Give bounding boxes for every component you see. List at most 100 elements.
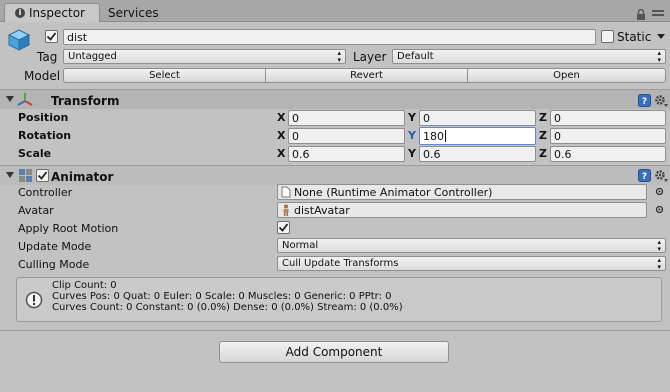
- tab-services-label: Services: [108, 5, 159, 20]
- scale-label: Scale: [18, 147, 52, 160]
- info-line: Curves Pos: 0 Quat: 0 Euler: 0 Scale: 0 …: [52, 291, 392, 302]
- static-dropdown-arrow-icon[interactable]: [657, 34, 665, 40]
- rotation-z-value: 0: [554, 129, 561, 143]
- rotation-z-input[interactable]: 0: [550, 128, 666, 144]
- scale-z-value: 0.6: [554, 147, 572, 161]
- updown-icon: ▴ ▾: [337, 49, 341, 64]
- updown-icon: ▴ ▾: [657, 49, 661, 64]
- axis-y-label[interactable]: Y: [408, 129, 416, 142]
- culling-mode-label: Culling Mode: [18, 258, 90, 271]
- controller-value: None (Runtime Animator Controller): [294, 185, 493, 199]
- scale-x-value: 0.6: [292, 147, 310, 161]
- updown-icon: ▴ ▾: [657, 238, 661, 253]
- static-label: Static: [617, 30, 652, 44]
- settings-gear-icon[interactable]: [654, 94, 668, 107]
- lock-icon[interactable]: [636, 9, 646, 20]
- active-checkbox[interactable]: [45, 30, 58, 43]
- transform-title: Transform: [51, 94, 120, 108]
- position-x-input[interactable]: 0: [288, 110, 405, 126]
- scale-z-input[interactable]: 0.6: [550, 146, 666, 162]
- select-button-label: Select: [149, 70, 180, 81]
- animator-info-box: Clip Count: 0 Curves Pos: 0 Quat: 0 Eule…: [16, 277, 662, 322]
- axis-x-label[interactable]: X: [277, 129, 285, 142]
- transform-axes-icon: [17, 93, 33, 106]
- animator-icon: [19, 169, 32, 182]
- avatar-icon: [283, 204, 289, 216]
- tab-services[interactable]: Services: [98, 3, 169, 22]
- rotation-y-input[interactable]: 180: [419, 127, 536, 145]
- select-button[interactable]: Select: [63, 68, 266, 83]
- position-x-value: 0: [292, 111, 299, 125]
- divider: [0, 330, 670, 331]
- controller-object-field[interactable]: None (Runtime Animator Controller): [277, 184, 647, 200]
- rotation-x-input[interactable]: 0: [288, 128, 405, 144]
- axis-x-label[interactable]: X: [277, 111, 285, 124]
- position-y-value: 0: [423, 111, 430, 125]
- info-line: Clip Count: 0: [52, 280, 117, 291]
- animator-title: Animator: [51, 170, 114, 184]
- axis-z-label[interactable]: Z: [539, 111, 547, 124]
- help-icon[interactable]: ?: [638, 94, 651, 107]
- model-label: Model: [24, 69, 61, 83]
- menu-icon[interactable]: [652, 9, 666, 19]
- culling-mode-dropdown[interactable]: Cull Update Transforms ▴ ▾: [277, 256, 666, 271]
- rotation-y-value: 180: [423, 129, 444, 143]
- scale-y-value: 0.6: [423, 147, 441, 161]
- rotation-label: Rotation: [18, 129, 72, 142]
- tab-inspector-label: Inspector: [29, 6, 85, 20]
- open-button-label: Open: [553, 70, 580, 81]
- avatar-value: distAvatar: [294, 203, 350, 217]
- axis-z-label[interactable]: Z: [539, 129, 547, 142]
- position-label: Position: [18, 111, 69, 124]
- axis-y-label[interactable]: Y: [408, 111, 416, 124]
- updown-icon: ▴ ▾: [657, 256, 661, 271]
- revert-button[interactable]: Revert: [265, 68, 468, 83]
- collapse-arrow-icon[interactable]: [6, 96, 14, 103]
- scale-x-input[interactable]: 0.6: [288, 146, 405, 162]
- help-icon[interactable]: ?: [638, 169, 651, 182]
- update-mode-value: Normal: [282, 240, 319, 251]
- tag-dropdown[interactable]: Untagged ▴ ▾: [63, 49, 346, 64]
- tag-value: Untagged: [68, 51, 117, 62]
- settings-gear-icon[interactable]: [654, 169, 668, 182]
- static-checkbox[interactable]: [601, 30, 614, 43]
- object-name-input[interactable]: dist: [63, 29, 596, 45]
- axis-z-label[interactable]: Z: [539, 147, 547, 160]
- avatar-label: Avatar: [18, 204, 54, 217]
- info-line: Curves Count: 0 Constant: 0 (0.0%) Dense…: [52, 302, 403, 313]
- scale-y-input[interactable]: 0.6: [419, 146, 536, 162]
- avatar-object-field[interactable]: distAvatar: [277, 202, 647, 218]
- axis-y-label[interactable]: Y: [408, 147, 416, 160]
- animator-enabled-checkbox[interactable]: [36, 169, 49, 182]
- object-picker-icon[interactable]: [655, 187, 664, 196]
- culling-mode-value: Cull Update Transforms: [282, 258, 399, 269]
- object-name-value: dist: [67, 30, 88, 44]
- info-icon: i: [15, 8, 25, 18]
- axis-x-label[interactable]: X: [277, 147, 285, 160]
- update-mode-dropdown[interactable]: Normal ▴ ▾: [277, 238, 666, 253]
- layer-dropdown[interactable]: Default ▴ ▾: [392, 49, 666, 64]
- position-z-value: 0: [554, 111, 561, 125]
- add-component-label: Add Component: [285, 345, 383, 359]
- tab-inspector[interactable]: i Inspector: [4, 3, 100, 22]
- layer-label: Layer: [353, 50, 387, 64]
- position-z-input[interactable]: 0: [550, 110, 666, 126]
- svg-text:?: ?: [642, 172, 647, 182]
- gameobject-cube-icon: [7, 29, 31, 51]
- apply-root-motion-checkbox[interactable]: [277, 221, 290, 234]
- collapse-arrow-icon[interactable]: [6, 172, 14, 179]
- info-exclamation-icon: [25, 291, 43, 309]
- file-icon: [281, 186, 291, 198]
- svg-text:?: ?: [642, 97, 647, 107]
- position-y-input[interactable]: 0: [419, 110, 536, 126]
- layer-value: Default: [397, 51, 434, 62]
- tag-label: Tag: [37, 50, 58, 64]
- object-picker-icon[interactable]: [655, 205, 664, 214]
- open-button[interactable]: Open: [467, 68, 666, 83]
- controller-label: Controller: [18, 186, 73, 199]
- apply-root-motion-label: Apply Root Motion: [18, 222, 119, 235]
- tab-bar: i Inspector Services: [0, 0, 670, 22]
- rotation-x-value: 0: [292, 129, 299, 143]
- revert-button-label: Revert: [350, 70, 383, 81]
- add-component-button[interactable]: Add Component: [219, 341, 449, 363]
